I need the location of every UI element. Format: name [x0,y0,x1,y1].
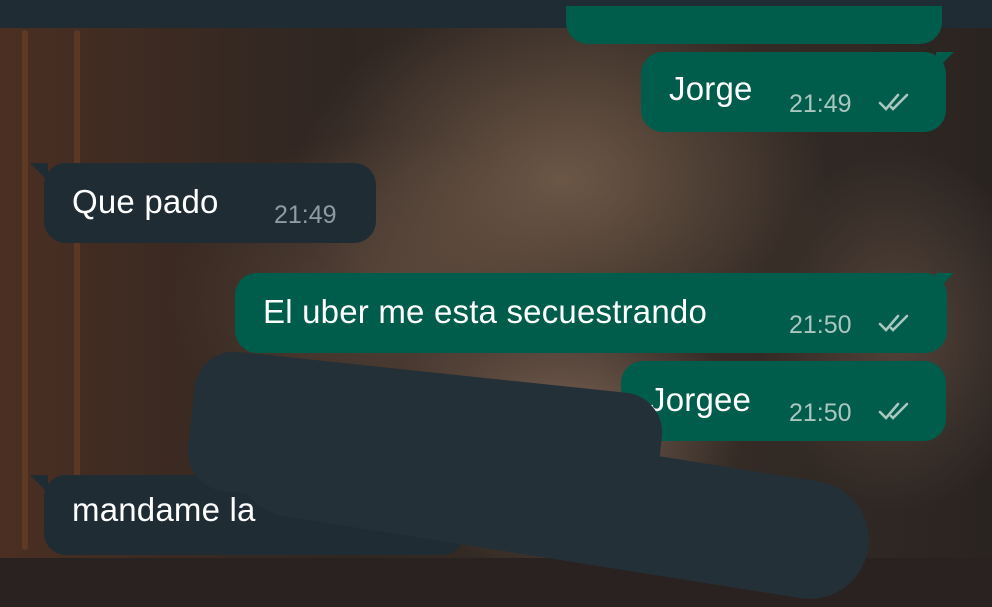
message-bubble-outgoing[interactable]: Jorge 21:49 [641,52,946,132]
bubble-tail [30,163,48,181]
message-text: El uber me esta secuestrando [263,293,708,330]
wallpaper-detail [22,30,28,550]
message-timestamp: 21:49 [274,201,337,229]
message-text: mandame la [72,491,256,528]
previous-message-bubble[interactable] [566,6,942,44]
double-check-icon [878,402,909,420]
bubble-tail [30,475,48,493]
message-text: Que pado [72,183,219,220]
message-timestamp: 21:50 [789,311,852,339]
message-text: Jorgee [649,381,752,418]
message-timestamp: 21:50 [789,399,852,427]
wallpaper-detail [74,30,80,550]
double-check-icon [878,93,909,111]
message-bubble-outgoing[interactable]: El uber me esta secuestrando 21:50 [235,273,947,353]
bubble-tail [936,273,954,291]
message-bubble-incoming[interactable]: Que pado 21:49 [44,163,376,243]
double-check-icon [878,314,909,332]
message-bubble-outgoing[interactable]: Jorgee 21:50 [621,361,946,441]
bubble-tail [936,52,954,70]
message-timestamp: 21:49 [789,90,852,118]
message-text: Jorge [669,70,753,107]
